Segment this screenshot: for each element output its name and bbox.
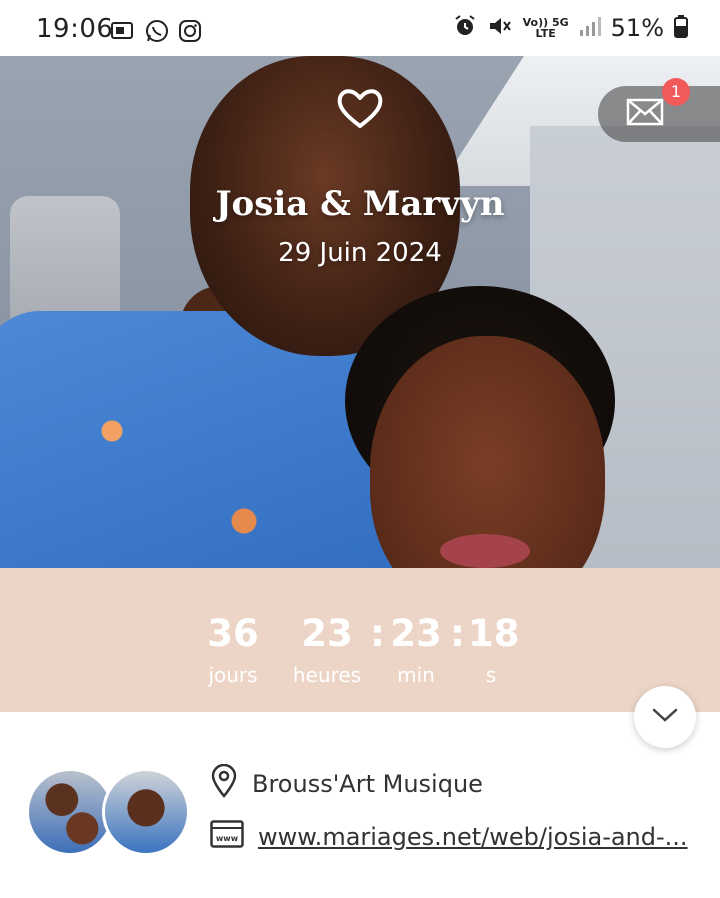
whatsapp-icon: [144, 18, 170, 48]
wedding-date: 29 Juin 2024: [278, 238, 442, 268]
countdown-hours: 23 heures: [282, 612, 372, 687]
svg-text:www: www: [216, 834, 239, 843]
signal-icon: [579, 15, 601, 41]
chevron-down-icon: [652, 707, 678, 727]
venue-row: Brouss'Art Musique: [210, 763, 483, 804]
countdown-minutes: 23 min: [386, 612, 446, 687]
battery-percent: 51%: [610, 14, 664, 42]
status-bar: 19:06 Vo)) 5G LTE 51%: [0, 0, 720, 56]
countdown-separator: :: [370, 612, 385, 655]
network-bottom-label: LTE: [535, 27, 556, 40]
system-icons: Vo)) 5G LTE 51%: [453, 14, 688, 42]
seconds-label: s: [485, 663, 497, 687]
avatar: [102, 768, 190, 856]
location-pin-icon: [210, 763, 238, 804]
website-row[interactable]: www www.mariages.net/web/josia-and-...: [210, 820, 688, 854]
days-label: jours: [208, 663, 258, 687]
couple-names: Josia & Marvyn: [215, 184, 505, 224]
messages-button[interactable]: 1: [598, 78, 720, 142]
status-time: 19:06: [36, 14, 114, 44]
mute-icon: [487, 14, 513, 42]
couple-avatars: [26, 768, 190, 856]
web-icon: www: [210, 820, 244, 854]
minutes-label: min: [397, 663, 435, 687]
messages-badge: 1: [662, 78, 690, 106]
days-value: 36: [207, 612, 259, 655]
hours-label: heures: [292, 663, 362, 687]
avatar: [26, 768, 114, 856]
hero-overlay: Josia & Marvyn 29 Juin 2024 1: [0, 56, 720, 568]
mail-icon: [626, 98, 664, 130]
minutes-value: 23: [390, 612, 442, 655]
hours-value: 23: [301, 612, 353, 655]
countdown-days: 36 jours: [202, 612, 264, 687]
countdown-seconds: 18 s: [468, 612, 520, 687]
countdown-banner: 36 jours 23 heures : 23 min : 18 s: [0, 568, 720, 712]
heart-icon: [336, 86, 384, 130]
sim-card-icon: [110, 20, 136, 46]
notification-icons: [110, 18, 202, 48]
venue-name: Brouss'Art Musique: [252, 770, 483, 798]
seconds-value: 18: [468, 612, 520, 655]
instagram-icon: [178, 19, 202, 47]
network-type-icon: Vo)) 5G LTE: [523, 17, 569, 39]
alarm-icon: [453, 14, 477, 42]
countdown-separator: :: [450, 612, 465, 655]
website-link[interactable]: www.mariages.net/web/josia-and-...: [258, 823, 688, 851]
battery-icon: [674, 14, 688, 42]
scroll-down-button[interactable]: [634, 686, 696, 748]
